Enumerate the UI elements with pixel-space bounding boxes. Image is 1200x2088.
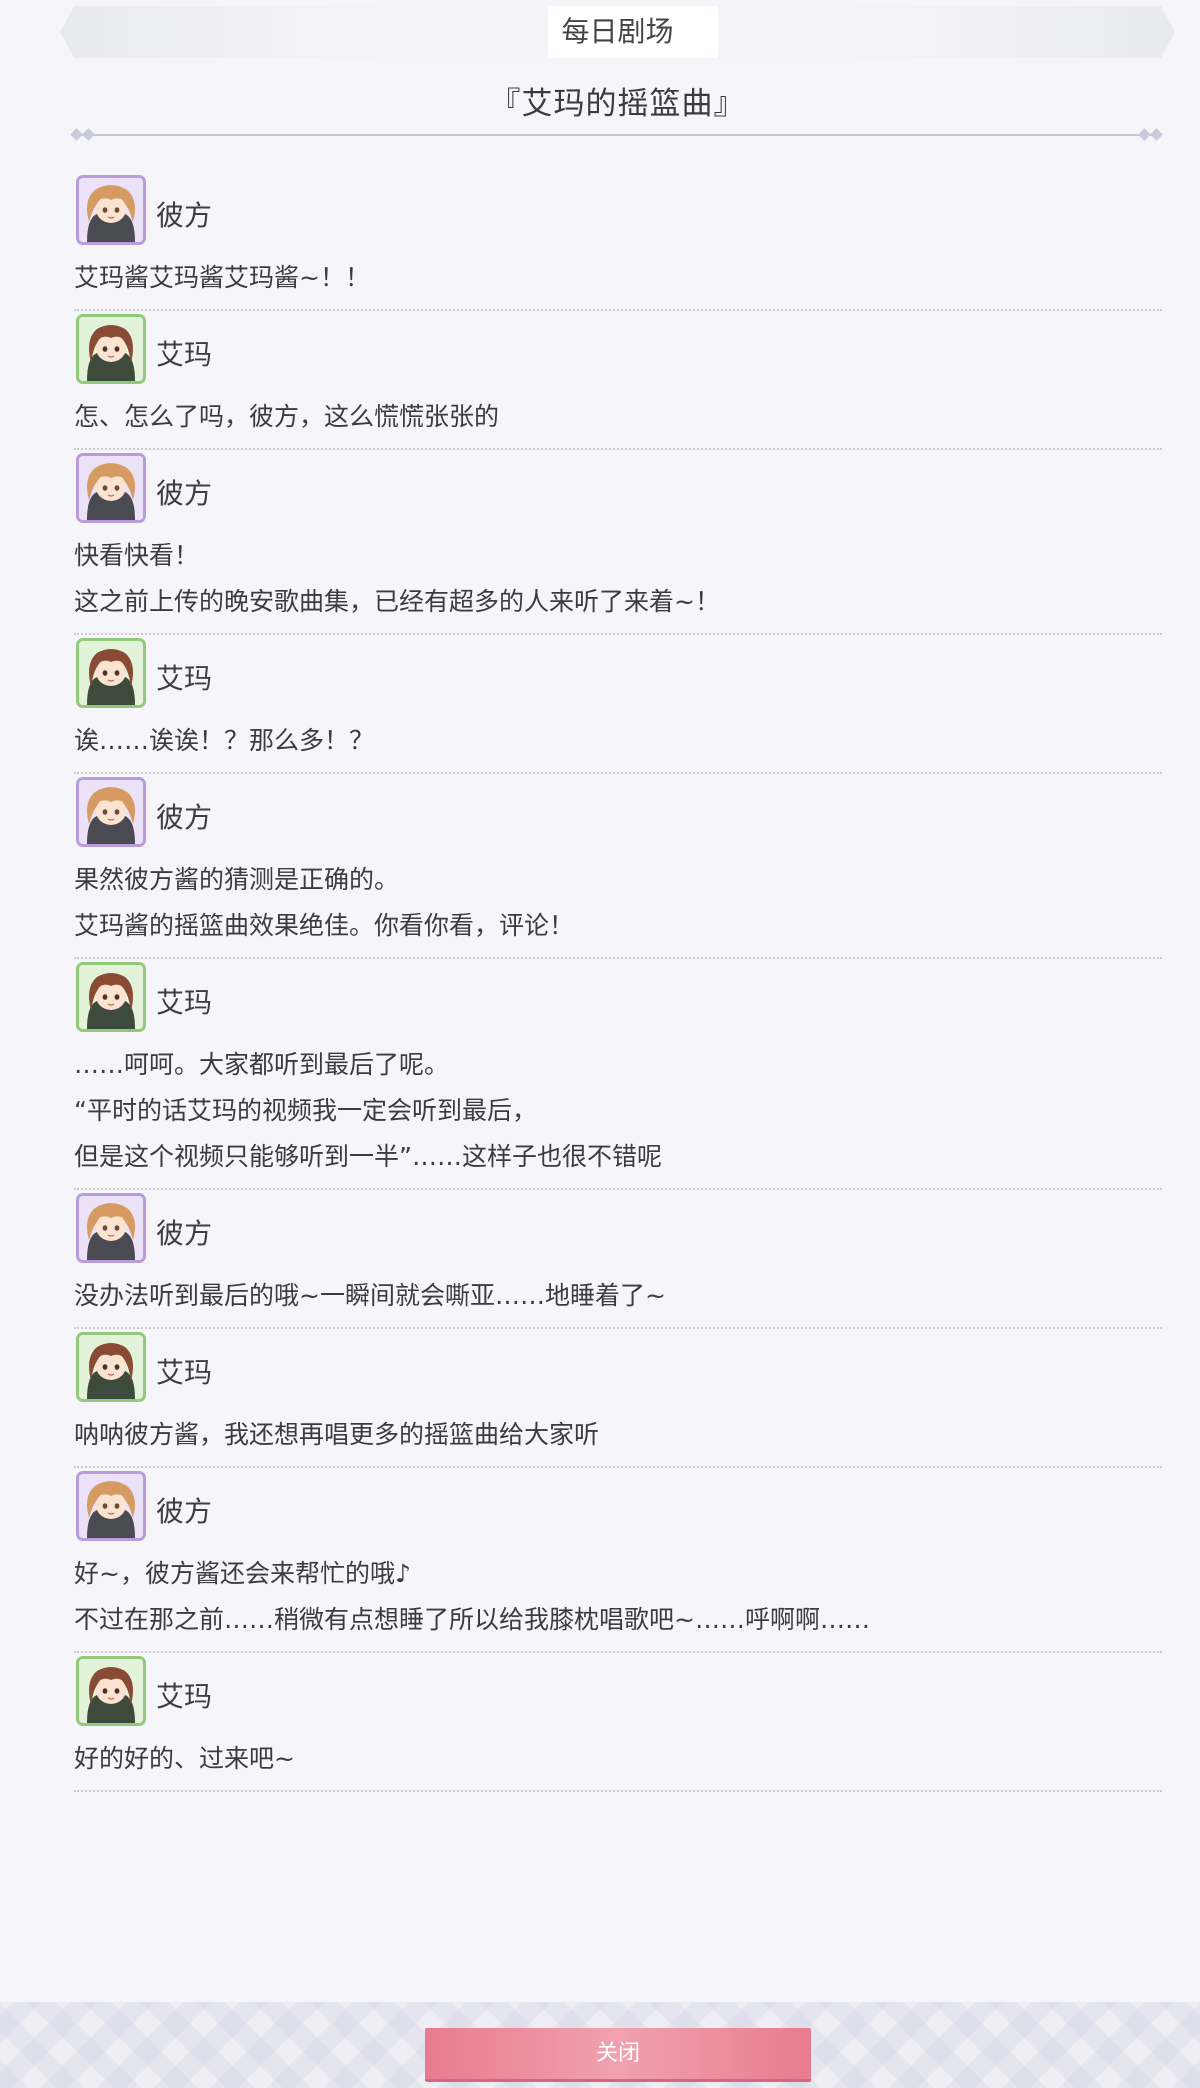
ema-avatar-icon bbox=[76, 638, 146, 708]
dialogue-line: 这之前上传的晚安歌曲集，已经有超多的人来听了来着~！ bbox=[74, 587, 720, 616]
dialogue-entry: 艾玛好的好的、过来吧~ bbox=[74, 1653, 1162, 1792]
dialogue-text: 没办法听到最后的哦~一瞬间就会嘶亚……地睡着了~ bbox=[74, 1268, 1162, 1327]
divider-diamond-left bbox=[82, 128, 95, 141]
dialogue-header: 彼方 bbox=[74, 774, 1162, 852]
dialogue-text: 怎、怎么了吗，彼方，这么慌慌张张的 bbox=[74, 389, 1162, 448]
close-button[interactable]: 关闭 bbox=[425, 2028, 811, 2079]
dialogue-text: 诶……诶诶！？那么多！？ bbox=[74, 713, 1162, 772]
speaker-name: 艾玛 bbox=[156, 1680, 213, 1713]
dialogue-header: 艾玛 bbox=[74, 311, 1162, 389]
title-divider bbox=[80, 134, 1155, 136]
dialogue-line: 果然彼方酱的猜测是正确的。 bbox=[74, 865, 400, 894]
dialogue-text: 好的好的、过来吧~ bbox=[74, 1731, 1162, 1790]
kanata-avatar-icon bbox=[76, 453, 146, 523]
dialogue-text: 艾玛酱艾玛酱艾玛酱~！！ bbox=[74, 250, 1162, 309]
dialogue-line: 怎、怎么了吗，彼方，这么慌慌张张的 bbox=[74, 402, 500, 431]
dialogue-text: ……呵呵。大家都听到最后了呢。 “平时的话艾玛的视频我一定会听到最后， 但是这个视频… bbox=[74, 1037, 1162, 1188]
dialogue-header: 艾玛 bbox=[74, 959, 1162, 1037]
dialogue-header: 彼方 bbox=[74, 172, 1162, 250]
dialogue-line: 不过在那之前……稍微有点想睡了所以给我膝枕唱歌吧~……呼啊啊…… bbox=[74, 1605, 870, 1634]
dialogue-line: 好~，彼方酱还会来帮忙的哦♪ bbox=[74, 1559, 411, 1588]
speaker-name: 艾玛 bbox=[156, 338, 213, 371]
dialogue-line: 但是这个视频只能够听到一半”……这样子也很不错呢 bbox=[74, 1142, 662, 1171]
dialogue-entry: 彼方没办法听到最后的哦~一瞬间就会嘶亚……地睡着了~ bbox=[74, 1190, 1162, 1329]
dialogue-text: 快看快看！ 这之前上传的晚安歌曲集，已经有超多的人来听了来着~！ bbox=[74, 528, 1162, 633]
story-title: 『艾玛的摇篮曲』 bbox=[489, 86, 746, 122]
dialogue-entry: 彼方艾玛酱艾玛酱艾玛酱~！！ bbox=[74, 172, 1162, 311]
dialogue-entry: 彼方快看快看！ 这之前上传的晚安歌曲集，已经有超多的人来听了来着~！ bbox=[74, 450, 1162, 635]
dialogue-text: 果然彼方酱的猜测是正确的。艾玛酱的摇篮曲效果绝佳。你看你看，评论！ bbox=[74, 852, 1162, 957]
ema-avatar-icon bbox=[76, 962, 146, 1032]
dialogue-entry: 艾玛诶……诶诶！？那么多！？ bbox=[74, 635, 1162, 774]
speaker-name: 彼方 bbox=[156, 477, 213, 510]
speaker-name: 彼方 bbox=[156, 199, 213, 232]
speaker-name: 彼方 bbox=[156, 1495, 213, 1528]
speaker-name: 艾玛 bbox=[156, 1356, 213, 1389]
dialogue-line: 好的好的、过来吧~ bbox=[74, 1744, 295, 1773]
dialogue-entry: 彼方好~，彼方酱还会来帮忙的哦♪ 不过在那之前……稍微有点想睡了所以给我膝枕唱歌吧… bbox=[74, 1468, 1162, 1653]
ema-avatar-icon bbox=[76, 314, 146, 384]
dialogue-line: 快看快看！ bbox=[74, 541, 200, 570]
kanata-avatar-icon bbox=[76, 1471, 146, 1541]
speaker-name: 艾玛 bbox=[156, 662, 213, 695]
dialogue-header: 艾玛 bbox=[74, 635, 1162, 713]
dialogue-line: 呐呐彼方酱，我还想再唱更多的摇篮曲给大家听 bbox=[74, 1420, 600, 1449]
dialogue-text: 好~，彼方酱还会来帮忙的哦♪ 不过在那之前……稍微有点想睡了所以给我膝枕唱歌吧~…… bbox=[74, 1546, 1162, 1651]
dialogue-entry: 彼方果然彼方酱的猜测是正确的。艾玛酱的摇篮曲效果绝佳。你看你看，评论！ bbox=[74, 774, 1162, 959]
dialogue-header: 艾玛 bbox=[74, 1329, 1162, 1407]
ema-avatar-icon bbox=[76, 1332, 146, 1402]
dialogue-line: 艾玛酱的摇篮曲效果绝佳。你看你看，评论！ bbox=[74, 911, 575, 940]
dialogue-entry: 艾玛 ……呵呵。大家都听到最后了呢。 “平时的话艾玛的视频我一定会听到最后， 但是这个… bbox=[74, 959, 1162, 1190]
dialogue-header: 艾玛 bbox=[74, 1653, 1162, 1731]
kanata-avatar-icon bbox=[76, 1193, 146, 1263]
page-title: 每日剧场 bbox=[561, 15, 674, 48]
divider-diamond-right bbox=[1138, 128, 1151, 141]
dialogue-line: 诶……诶诶！？那么多！？ bbox=[74, 726, 375, 755]
dialogue-entry: 艾玛呐呐彼方酱，我还想再唱更多的摇篮曲给大家听 bbox=[74, 1329, 1162, 1468]
dialogue-entry: 艾玛怎、怎么了吗，彼方，这么慌慌张张的 bbox=[74, 311, 1162, 450]
dialogue-line: 艾玛酱艾玛酱艾玛酱~！！ bbox=[74, 263, 370, 292]
speaker-name: 彼方 bbox=[156, 1217, 213, 1250]
dialogue-line: ……呵呵。大家都听到最后了呢。 bbox=[74, 1050, 450, 1079]
dialogue-list[interactable]: 彼方 艾玛酱艾玛酱艾玛酱~！！ 艾玛 怎、怎么了吗，彼方，这么慌慌张张的 彼方 快看快看！… bbox=[74, 172, 1162, 1792]
speaker-name: 艾玛 bbox=[156, 986, 213, 1019]
speaker-name: 彼方 bbox=[156, 801, 213, 834]
divider-diamond-right bbox=[1150, 128, 1163, 141]
dialogue-header: 彼方 bbox=[74, 1190, 1162, 1268]
dialogue-text: 呐呐彼方酱，我还想再唱更多的摇篮曲给大家听 bbox=[74, 1407, 1162, 1466]
dialogue-line: 没办法听到最后的哦~一瞬间就会嘶亚……地睡着了~ bbox=[74, 1281, 666, 1310]
dialogue-header: 彼方 bbox=[74, 1468, 1162, 1546]
kanata-avatar-icon bbox=[76, 777, 146, 847]
kanata-avatar-icon bbox=[76, 175, 146, 245]
ema-avatar-icon bbox=[76, 1656, 146, 1726]
dialogue-header: 彼方 bbox=[74, 450, 1162, 528]
dialogue-line: “平时的话艾玛的视频我一定会听到最后， bbox=[74, 1096, 537, 1125]
divider-diamond-left bbox=[70, 128, 83, 141]
